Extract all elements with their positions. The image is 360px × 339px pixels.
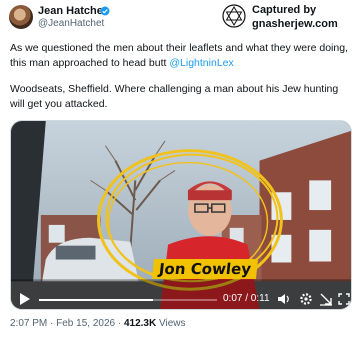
fullscreen-icon[interactable] xyxy=(319,292,333,306)
volume-icon[interactable] xyxy=(277,292,291,306)
tweet-paragraph-1: As we questioned the men about their lea… xyxy=(10,41,352,71)
progress-fill xyxy=(39,299,153,301)
name-label: Jon Cowley xyxy=(151,259,259,279)
video-controls: 0:07 / 0:11 xyxy=(11,287,351,309)
settings-icon[interactable] xyxy=(299,292,313,306)
views-label: Views xyxy=(156,318,186,329)
expand-icon[interactable] xyxy=(337,292,351,306)
author-name[interactable]: Jean Hatchet xyxy=(38,5,106,17)
author-handle[interactable]: @JeanHatchet xyxy=(38,18,104,29)
video-player[interactable]: Jon Cowley 0:07 / 0:11 xyxy=(10,120,352,310)
mention-link[interactable]: @LightninLex xyxy=(169,57,233,69)
views-count: 412.3K xyxy=(123,318,157,329)
tweet-meta: 2:07 PM · Feb 15, 2026 · 412.3K Views xyxy=(10,318,185,329)
time-display: 0:07 / 0:11 xyxy=(223,293,270,304)
tweet-header: Jean Hatchet @JeanHatchet Captured by gn… xyxy=(0,0,360,36)
capture-line2: gnasherjew.com xyxy=(252,18,338,30)
verified-icon xyxy=(100,6,110,16)
star-of-david-icon xyxy=(222,4,246,28)
capture-line1: Captured by xyxy=(252,4,317,16)
video-frame xyxy=(11,121,351,309)
timestamp[interactable]: 2:07 PM · Feb 15, 2026 · xyxy=(10,318,124,329)
tweet-paragraph-2: Woodseats, Sheffield. Where challenging … xyxy=(10,83,339,110)
play-icon[interactable] xyxy=(19,292,31,306)
avatar[interactable] xyxy=(9,5,33,29)
progress-bar[interactable] xyxy=(39,299,217,301)
